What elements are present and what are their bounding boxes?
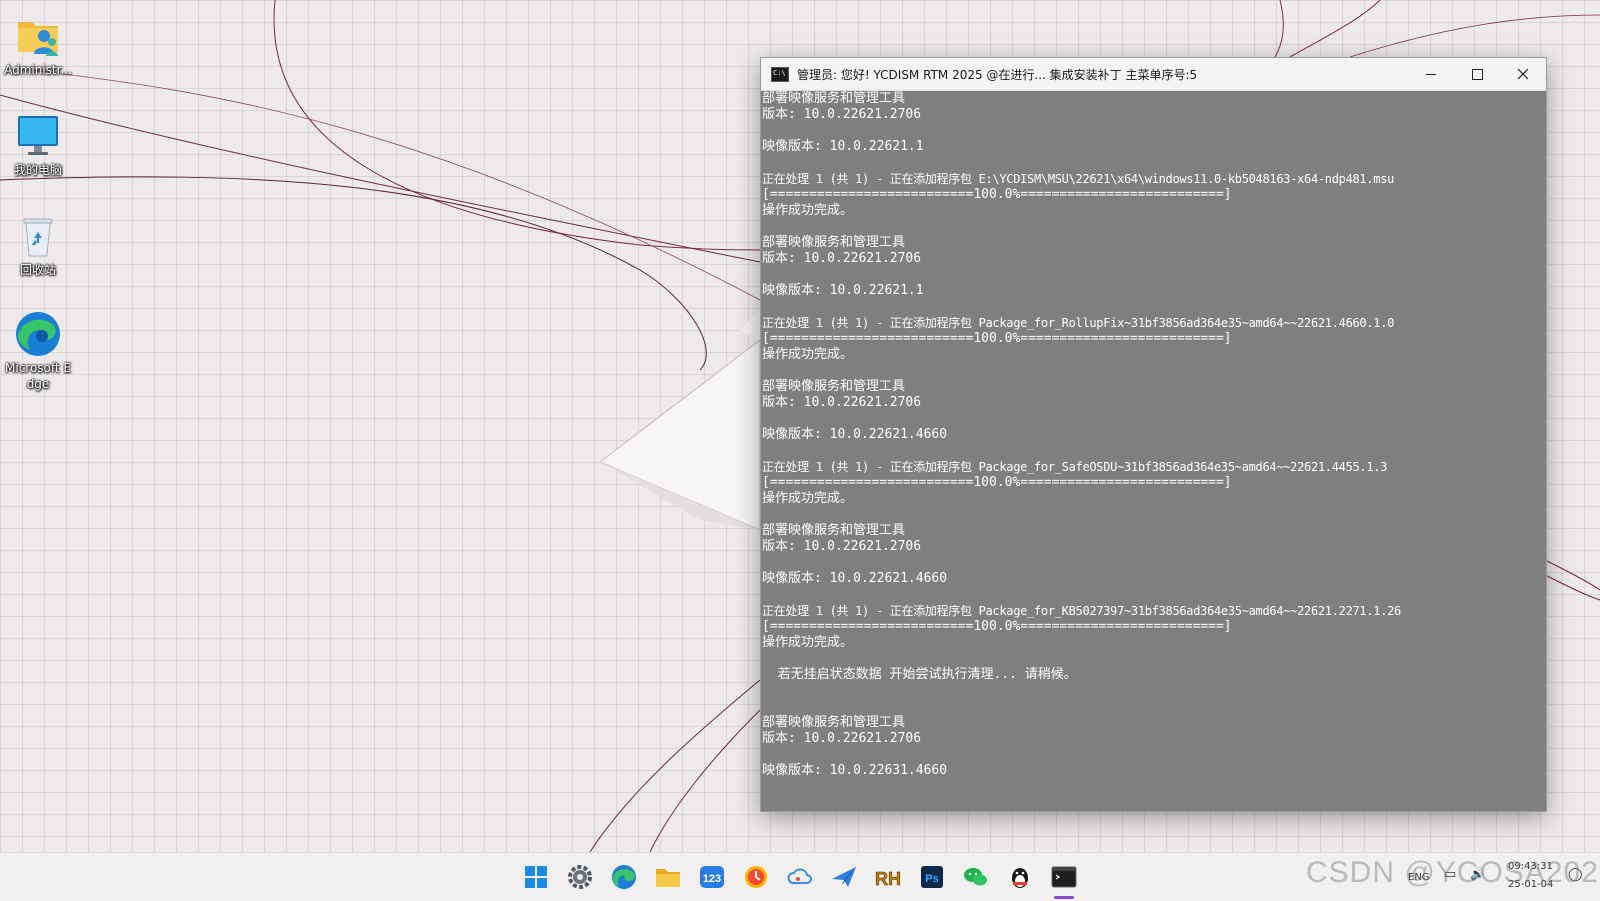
console-line: 映像版本: 10.0.22621.4660 (762, 571, 948, 586)
desktop-icon-label: Microsoft Edge (4, 361, 71, 391)
console-line: 版本: 10.0.22621.2706 (762, 251, 922, 266)
console-line: [==========================100.0%=======… (762, 619, 1232, 634)
cloud-icon (787, 868, 812, 884)
console-line: 版本: 10.0.22621.2706 (762, 539, 922, 554)
taskbar-feishu[interactable] (828, 861, 860, 893)
penguin-icon (1012, 868, 1028, 888)
desktop-icon-label: 回收站 (19, 263, 56, 277)
taskbar-photoshop[interactable]: Ps (916, 861, 948, 893)
console-line: 操作成功完成。 (762, 635, 854, 650)
console-line: 正在处理 1 (共 1) - 正在添加程序包 Package_for_Rollu… (762, 316, 1395, 330)
clock-icon (745, 866, 767, 888)
recycle-bin-icon (14, 212, 62, 260)
desktop-icon-label: 我的电脑 (13, 163, 62, 177)
taskbar-file-explorer[interactable] (652, 861, 684, 893)
console-line: 部署映像服务和管理工具 (762, 379, 906, 394)
taskbar-qq[interactable] (1004, 861, 1036, 893)
photoshop-icon: Ps (921, 866, 943, 888)
gear-icon (568, 865, 592, 889)
console-line: [==========================100.0%=======… (762, 187, 1232, 202)
svg-text:RH: RH (875, 869, 901, 889)
desktop-icon-label: Administr... (4, 63, 72, 77)
console-line: [==========================100.0%=======… (762, 331, 1232, 346)
console-line: 操作成功完成。 (762, 203, 854, 218)
taskbar-cloud-app[interactable] (784, 861, 816, 893)
taskbar-clock-app[interactable] (740, 861, 772, 893)
start-button[interactable] (520, 861, 552, 893)
console-line: 若无挂启状态数据 开始尝试执行清理... 请稍候。 (762, 667, 1077, 682)
console-line: 部署映像服务和管理工具 (762, 523, 906, 538)
console-icon (771, 67, 789, 82)
close-icon (1517, 68, 1529, 80)
active-app-indicator (1054, 896, 1074, 899)
taskbar-edge[interactable] (608, 861, 640, 893)
console-line: 映像版本: 10.0.22631.4660 (762, 763, 948, 778)
maximize-button[interactable] (1454, 58, 1500, 90)
desktop-icon-recycle-bin[interactable]: 回收站 (2, 212, 74, 278)
minimize-button[interactable] (1408, 58, 1454, 90)
taskbar-123-pan[interactable]: 123 (696, 861, 728, 893)
taskbar-rh-app[interactable]: RH (872, 861, 904, 893)
edge-icon (612, 865, 636, 889)
taskbar-settings[interactable] (564, 861, 596, 893)
title-bar[interactable]: 管理员: 您好! YCDISM RTM 2025 @在进行... 集成安装补丁 … (761, 58, 1546, 91)
console-line: 映像版本: 10.0.22621.1 (762, 139, 924, 154)
console-line: 映像版本: 10.0.22621.1 (762, 283, 924, 298)
rh-icon: RH (875, 869, 902, 890)
windows-logo-icon (525, 866, 547, 888)
taskbar-terminal[interactable] (1048, 861, 1080, 893)
console-line: 版本: 10.0.22621.2706 (762, 107, 922, 122)
svg-text:123: 123 (703, 873, 721, 885)
console-line: 部署映像服务和管理工具 (762, 91, 906, 106)
wechat-icon (964, 868, 987, 886)
123-pan-icon: 123 (700, 866, 724, 888)
console-line: 正在处理 1 (共 1) - 正在添加程序包 Package_for_SafeO… (762, 460, 1388, 474)
terminal-icon (1051, 866, 1077, 888)
monitor-icon (14, 112, 62, 160)
desktop-icon-administrator[interactable]: Administr... (2, 12, 74, 78)
taskbar-wechat[interactable] (960, 861, 992, 893)
console-line: 部署映像服务和管理工具 (762, 235, 906, 250)
close-button[interactable] (1500, 58, 1546, 90)
console-line: 部署映像服务和管理工具 (762, 715, 906, 730)
console-line: 版本: 10.0.22621.2706 (762, 395, 922, 410)
console-line: 操作成功完成。 (762, 347, 854, 362)
console-line: 映像版本: 10.0.22621.4660 (762, 427, 948, 442)
console-line: 版本: 10.0.22621.2706 (762, 731, 922, 746)
paper-plane-icon (832, 867, 856, 887)
console-line: 正在处理 1 (共 1) - 正在添加程序包 Package_for_KB502… (762, 604, 1401, 618)
desktop-icon-edge[interactable]: Microsoft Edge (2, 310, 74, 392)
svg-text:Ps: Ps (925, 873, 938, 885)
desktop-icon-this-pc[interactable]: 我的电脑 (2, 112, 74, 178)
console-line: 正在处理 1 (共 1) - 正在添加程序包 E:\YCDISM\MSU\226… (762, 172, 1395, 186)
edge-icon (14, 310, 62, 358)
folder-icon (656, 869, 680, 887)
window-title: 管理员: 您好! YCDISM RTM 2025 @在进行... 集成安装补丁 … (797, 68, 1198, 82)
console-window[interactable]: 管理员: 您好! YCDISM RTM 2025 @在进行... 集成安装补丁 … (760, 57, 1547, 812)
console-output[interactable]: 部署映像服务和管理工具 版本: 10.0.22621.2706 映像版本: 10.0… (762, 91, 1545, 809)
watermark-text: CSDN @YCOSA2025 (1306, 856, 1600, 889)
console-line: 操作成功完成。 (762, 491, 854, 506)
console-line: [==========================100.0%=======… (762, 475, 1232, 490)
user-folder-icon (14, 12, 62, 60)
